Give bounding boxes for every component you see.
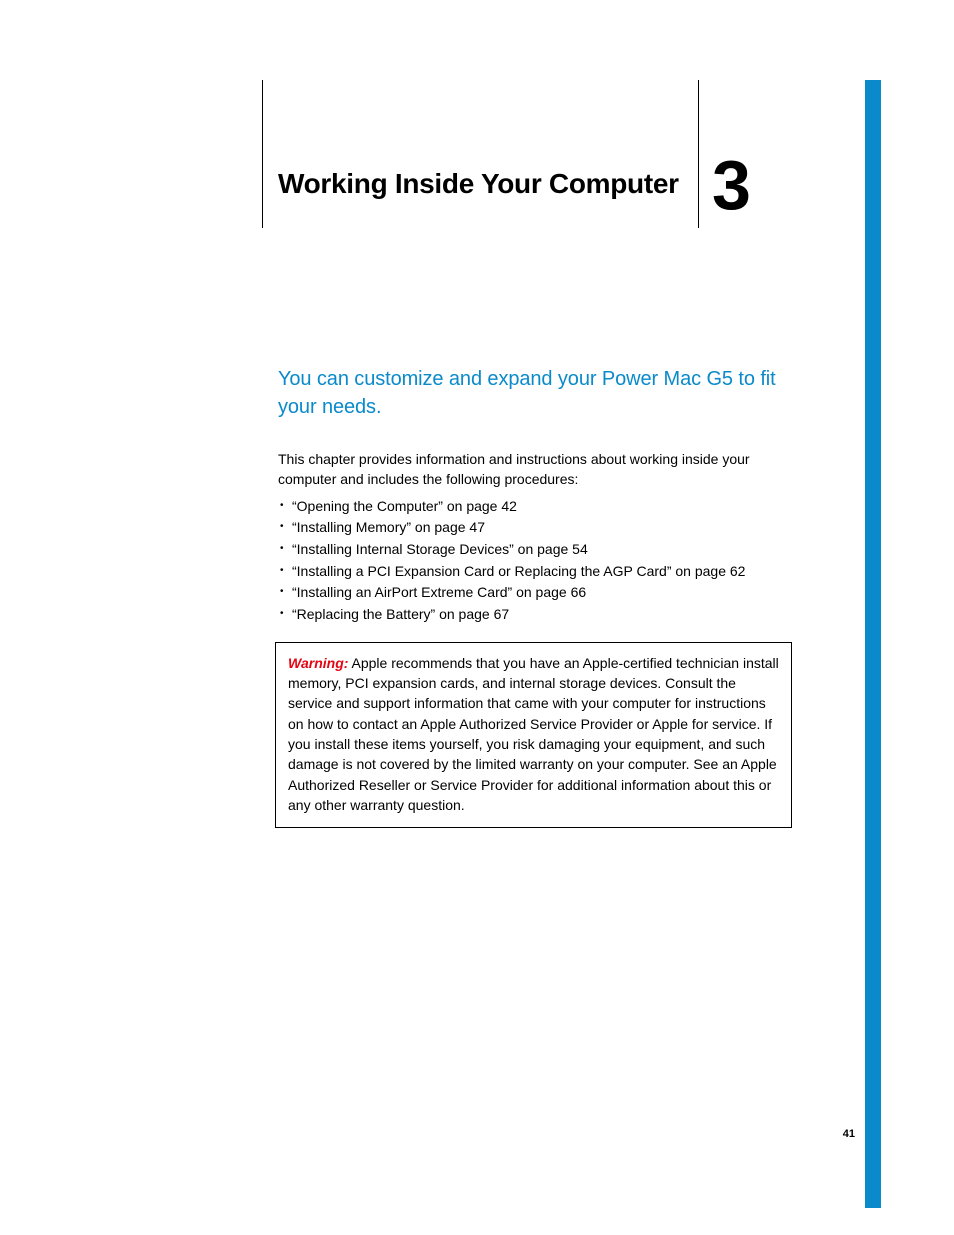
warning-label: Warning: xyxy=(288,655,348,671)
page-content: Working Inside Your Computer 3 You can c… xyxy=(262,80,837,828)
warning-body: Apple recommends that you have an Apple-… xyxy=(288,655,779,813)
list-item: “Installing Internal Storage Devices” on… xyxy=(278,539,807,561)
list-item: “Installing Memory” on page 47 xyxy=(278,517,807,539)
intro-heading: You can customize and expand your Power … xyxy=(278,365,807,421)
warning-text: Warning: Apple recommends that you have … xyxy=(288,655,779,813)
warning-box: Warning: Apple recommends that you have … xyxy=(275,642,792,828)
intro-section: You can customize and expand your Power … xyxy=(262,365,837,828)
title-rule-right xyxy=(698,80,699,228)
chapter-number: 3 xyxy=(712,150,751,220)
chapter-header: Working Inside Your Computer 3 xyxy=(262,80,837,230)
list-item: “Installing an AirPort Extreme Card” on … xyxy=(278,582,807,604)
list-item: “Opening the Computer” on page 42 xyxy=(278,496,807,518)
chapter-number-block: 3 xyxy=(698,80,768,228)
page-number: 41 xyxy=(843,1128,855,1140)
title-rule-left xyxy=(262,80,263,228)
intro-paragraph: This chapter provides information and in… xyxy=(278,449,807,490)
chapter-title: Working Inside Your Computer xyxy=(278,168,679,200)
list-item: “Replacing the Battery” on page 67 xyxy=(278,604,807,626)
list-item: “Installing a PCI Expansion Card or Repl… xyxy=(278,561,807,583)
procedure-list: “Opening the Computer” on page 42 “Insta… xyxy=(278,496,807,626)
chapter-tab-bar xyxy=(865,80,881,1208)
